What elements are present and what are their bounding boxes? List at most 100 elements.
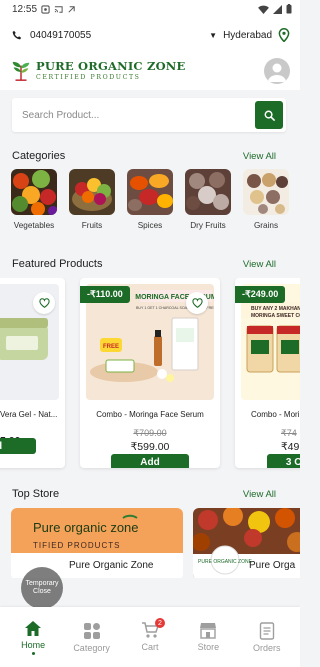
status-time: 12:55 bbox=[12, 3, 38, 15]
nav-cart[interactable]: 2 Cart bbox=[122, 618, 178, 652]
free-label: FREE bbox=[103, 344, 119, 350]
store-icon bbox=[200, 623, 217, 639]
notification-icon bbox=[41, 4, 50, 14]
category-label: Dry Fruits bbox=[190, 221, 226, 230]
nav-label: Cart bbox=[141, 642, 159, 652]
location-pin-icon bbox=[278, 28, 290, 42]
store-logo-text: PURE ORGANIC ZONE bbox=[198, 559, 253, 565]
add-button-label: dd bbox=[0, 441, 2, 452]
category-label: Grains bbox=[253, 221, 279, 230]
product-card[interactable]: BUY ANY 2 MAKHAN MORINGA SWEET CO -₹249.… bbox=[235, 278, 300, 468]
search-section bbox=[0, 90, 300, 142]
vegetables-image bbox=[11, 169, 57, 215]
avatar[interactable] bbox=[264, 58, 290, 84]
search-input[interactable] bbox=[12, 109, 255, 121]
phone-contact[interactable]: 04049170055 bbox=[12, 30, 91, 41]
brand-title: PURE ORGANIC ZONE bbox=[36, 59, 186, 74]
active-indicator bbox=[31, 651, 35, 655]
nav-label: Category bbox=[73, 642, 110, 653]
nav-home[interactable]: Home bbox=[5, 620, 61, 655]
user-icon bbox=[268, 63, 286, 82]
phone-number: 04049170055 bbox=[30, 29, 92, 41]
featured-title: Featured Products bbox=[12, 258, 103, 270]
signal-icon bbox=[273, 4, 282, 14]
discount-badge: -₹249.00 bbox=[235, 286, 286, 303]
product-image-title: BUY ANY 2 MAKHAN bbox=[251, 306, 300, 312]
nav-label: Store bbox=[197, 642, 220, 652]
top-store-header: Top Store View All bbox=[0, 488, 300, 500]
category-fruits[interactable]: Fruits bbox=[69, 169, 115, 230]
search-icon bbox=[264, 110, 275, 121]
store-name-text: Pure Orga bbox=[249, 560, 296, 571]
store-banner: PURE ORGANIC ZONE Pure Orga bbox=[193, 508, 300, 578]
category-dry-fruits[interactable]: Dry Fruits bbox=[185, 169, 231, 230]
category-grains[interactable]: Grains bbox=[243, 169, 289, 230]
categories-title: Categories bbox=[12, 150, 66, 162]
contact-bar: 04049170055 ▼ Hyderabad bbox=[0, 18, 300, 52]
phone-icon bbox=[12, 30, 22, 40]
product-name: Vera Gel - Nat... bbox=[0, 410, 58, 419]
categories-view-all-link[interactable]: View All bbox=[243, 151, 276, 162]
heart-icon bbox=[191, 298, 203, 308]
nav-orders[interactable]: Orders bbox=[239, 621, 295, 653]
add-to-cart-button[interactable]: Add bbox=[111, 454, 189, 468]
battery-icon bbox=[286, 4, 292, 14]
store-name-text: Pure Organic Zone bbox=[69, 560, 154, 571]
brand-bar: PURE ORGANIC ZONE CERTIFIED PRODUCTS bbox=[0, 52, 300, 90]
options-button-label: 3 Op bbox=[285, 456, 300, 468]
cart-count-badge: 2 bbox=[154, 618, 165, 628]
home-icon bbox=[25, 620, 42, 636]
product-card[interactable]: MORINGA FACE SERUM BUY 1 GET 1 CHARCOAL … bbox=[80, 278, 220, 468]
nav-category[interactable]: Category bbox=[64, 622, 120, 653]
brand-logo[interactable]: PURE ORGANIC ZONE CERTIFIED PRODUCTS bbox=[10, 60, 185, 82]
add-button-label: Add bbox=[140, 456, 160, 468]
featured-view-all-link[interactable]: View All bbox=[243, 259, 276, 270]
add-to-cart-button[interactable]: dd bbox=[0, 438, 36, 454]
product-name: Combo - Mori bbox=[251, 410, 300, 419]
location-name: Hyderabad bbox=[223, 29, 272, 41]
location-selector[interactable]: ▼ Hyderabad bbox=[209, 28, 290, 42]
wishlist-button[interactable] bbox=[33, 292, 55, 314]
nav-label: Orders bbox=[252, 642, 281, 653]
dry-fruits-image bbox=[185, 169, 231, 215]
nav-store[interactable]: Store bbox=[180, 622, 236, 652]
leaf-logo-icon bbox=[12, 61, 30, 81]
product-mrp: ₹709.00 bbox=[133, 428, 167, 438]
wifi-icon bbox=[258, 5, 269, 14]
nfc-icon bbox=[68, 5, 75, 13]
orders-icon bbox=[259, 621, 274, 640]
category-grid-icon bbox=[83, 622, 100, 639]
temp-close-line2: Close bbox=[33, 588, 51, 595]
grains-image bbox=[243, 169, 289, 215]
bottom-navigation: Home Category 2 Cart Store Orders bbox=[0, 607, 300, 667]
category-label: Vegetables bbox=[13, 221, 55, 230]
app-screen: 12:55 04049170055 ▼ Hyderabad PURE ORGAN… bbox=[0, 0, 300, 667]
product-card[interactable]: Vera Gel - Nat... 5.00 dd bbox=[0, 278, 65, 468]
options-button[interactable]: 3 Op bbox=[267, 454, 300, 468]
category-label: Spices bbox=[137, 221, 163, 230]
temp-close-line1: Temporary bbox=[25, 579, 59, 587]
caret-down-icon: ▼ bbox=[209, 30, 218, 40]
featured-products-carousel[interactable]: Vera Gel - Nat... 5.00 dd MORINGA FACE S… bbox=[0, 278, 300, 478]
product-mrp: ₹74 bbox=[281, 428, 297, 438]
category-vegetables[interactable]: Vegetables bbox=[11, 169, 57, 230]
category-spices[interactable]: Spices bbox=[127, 169, 173, 230]
search-button[interactable] bbox=[255, 101, 283, 129]
product-price: ₹599.00 bbox=[130, 441, 170, 453]
search-bar bbox=[12, 98, 286, 132]
status-bar: 12:55 bbox=[0, 0, 300, 18]
category-label: Fruits bbox=[81, 221, 103, 230]
spices-image bbox=[127, 169, 173, 215]
categories-header: Categories View All bbox=[0, 150, 300, 162]
temporary-close-badge: Temporary Close bbox=[21, 567, 63, 609]
nav-label: Home bbox=[21, 639, 46, 650]
store-banner-title: Pure organic zone bbox=[33, 520, 139, 535]
product-price: ₹49 bbox=[281, 441, 300, 453]
store-card[interactable]: PURE ORGANIC ZONE Pure Orga bbox=[193, 508, 300, 578]
wishlist-button[interactable] bbox=[186, 292, 208, 314]
top-store-view-all-link[interactable]: View All bbox=[243, 489, 276, 500]
top-store-title: Top Store bbox=[12, 488, 60, 500]
cast-icon bbox=[54, 5, 63, 13]
heart-icon bbox=[38, 298, 50, 308]
product-name: Combo - Moringa Face Serum bbox=[96, 410, 204, 419]
